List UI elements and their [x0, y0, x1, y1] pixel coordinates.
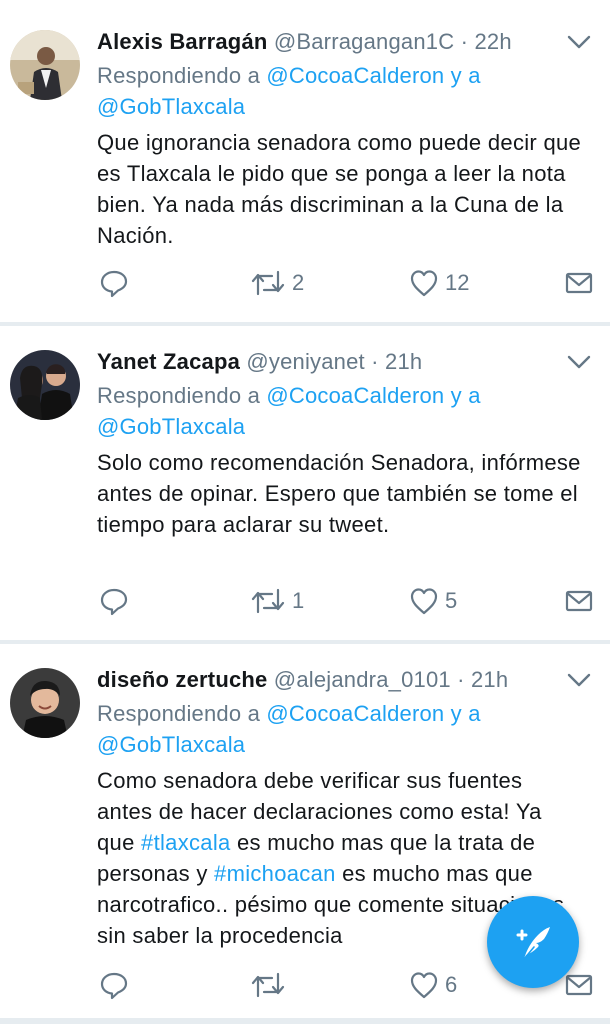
display-name[interactable]: Yanet Zacapa	[97, 349, 240, 374]
heart-icon	[410, 270, 438, 297]
envelope-icon	[565, 974, 593, 996]
envelope-icon	[565, 272, 593, 294]
like-button[interactable]: 12	[409, 268, 469, 298]
replying-to-label: Respondiendo a	[97, 63, 261, 88]
retweet-icon	[251, 972, 285, 998]
like-button[interactable]: 6	[409, 970, 457, 1000]
tweet[interactable]: Yanet Zacapa @yeniyanet · 21h Respondien…	[0, 326, 610, 640]
heart-icon	[410, 588, 438, 615]
retweet-button[interactable]: 1	[250, 586, 304, 616]
display-name[interactable]: Alexis Barragán	[97, 29, 268, 54]
direct-message-button[interactable]	[565, 970, 593, 1000]
reply-icon	[100, 270, 128, 298]
tweet-header: diseño zertuche @alejandra_0101 · 21h	[97, 666, 550, 694]
hashtag-link[interactable]: #tlaxcala	[141, 830, 231, 855]
retweet-button[interactable]: 2	[250, 268, 304, 298]
tweet[interactable]: Alexis Barragán @Barragangan1C · 22h Res…	[0, 0, 610, 322]
avatar[interactable]	[10, 350, 80, 420]
timeline: Alexis Barragán @Barragangan1C · 22h Res…	[0, 0, 610, 1024]
tweet-text: Solo como recomendación Senadora, infórm…	[97, 450, 581, 537]
retweet-count: 2	[292, 270, 305, 295]
reply-icon	[100, 588, 128, 616]
like-button[interactable]: 5	[409, 586, 457, 616]
mention-link[interactable]: @GobTlaxcala	[97, 414, 245, 439]
replying-to: Respondiendo a @CocoaCalderon y a @GobTl…	[97, 698, 580, 760]
display-name[interactable]: diseño zertuche	[97, 667, 267, 692]
mention-link[interactable]: @CocoaCalderon y a	[266, 63, 480, 88]
replying-to: Respondiendo a @CocoaCalderon y a @GobTl…	[97, 60, 580, 122]
mention-link[interactable]: @CocoaCalderon y a	[266, 701, 480, 726]
tweet-header: Yanet Zacapa @yeniyanet · 21h	[97, 348, 550, 376]
user-handle[interactable]: @alejandra_0101	[274, 667, 451, 692]
direct-message-button[interactable]	[565, 268, 593, 298]
replying-to: Respondiendo a @CocoaCalderon y a @GobTl…	[97, 380, 580, 442]
tweet-header: Alexis Barragán @Barragangan1C · 22h	[97, 28, 550, 56]
retweet-icon	[251, 588, 285, 614]
tweet-text: Que ignorancia senadora como puede decir…	[97, 130, 582, 248]
tweet-actions: 2 12	[0, 268, 610, 298]
heart-icon	[410, 972, 438, 999]
timestamp[interactable]: · 22h	[461, 29, 512, 54]
chevron-down-icon[interactable]	[566, 32, 592, 52]
like-count: 6	[445, 972, 458, 997]
mention-link[interactable]: @CocoaCalderon y a	[266, 383, 480, 408]
reply-button[interactable]	[99, 970, 129, 1000]
mention-link[interactable]: @GobTlaxcala	[97, 94, 245, 119]
timestamp[interactable]: · 21h	[457, 667, 508, 692]
direct-message-button[interactable]	[565, 586, 593, 616]
reply-button[interactable]	[99, 586, 129, 616]
avatar[interactable]	[10, 30, 80, 100]
like-count: 5	[445, 588, 458, 613]
envelope-icon	[565, 590, 593, 612]
reply-button[interactable]	[99, 268, 129, 298]
retweet-button[interactable]	[250, 970, 292, 1000]
user-handle[interactable]: @yeniyanet	[246, 349, 365, 374]
chevron-down-icon[interactable]	[566, 352, 592, 372]
mention-link[interactable]: @GobTlaxcala	[97, 732, 245, 757]
avatar[interactable]	[10, 668, 80, 738]
compose-tweet-icon	[516, 927, 550, 960]
hashtag-link[interactable]: #michoacan	[214, 861, 336, 886]
tweet-actions: 1 5	[0, 586, 610, 616]
chevron-down-icon[interactable]	[566, 670, 592, 690]
reply-icon	[100, 972, 128, 1000]
replying-to-label: Respondiendo a	[97, 383, 261, 408]
replying-to-label: Respondiendo a	[97, 701, 261, 726]
timestamp[interactable]: · 21h	[371, 349, 422, 374]
retweet-count: 1	[292, 588, 305, 613]
user-handle[interactable]: @Barragangan1C	[274, 29, 454, 54]
compose-tweet-button[interactable]	[487, 896, 579, 988]
retweet-icon	[251, 270, 285, 296]
like-count: 12	[445, 270, 470, 295]
